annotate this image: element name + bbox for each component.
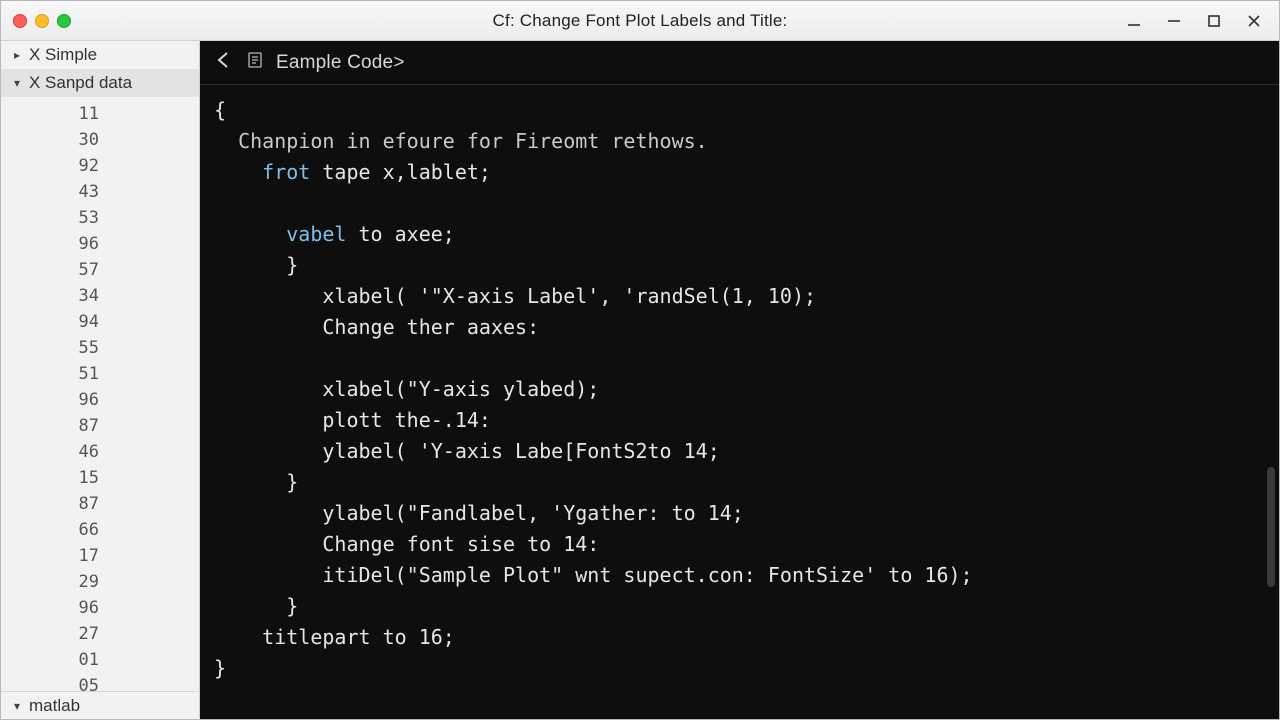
minimize-button[interactable] xyxy=(1123,10,1145,32)
editor-header: Eample Code> xyxy=(200,41,1279,85)
line-number: 30 xyxy=(1,127,199,153)
tree-item-simple[interactable]: ▸ X Simple xyxy=(1,41,199,69)
close-button[interactable] xyxy=(1243,10,1265,32)
line-number: 17 xyxy=(1,543,199,569)
close-dot[interactable] xyxy=(13,14,27,28)
code-area[interactable]: { Chanpion in efoure for Fireomt rethows… xyxy=(200,85,1279,719)
code-line: to axee; xyxy=(346,222,454,246)
line-number: 55 xyxy=(1,335,199,361)
line-number: 46 xyxy=(1,439,199,465)
line-number: 92 xyxy=(1,153,199,179)
tree-item-label: matlab xyxy=(29,696,80,716)
tree-item-matlab[interactable]: ▾ matlab xyxy=(1,691,199,719)
chevron-right-icon: ▸ xyxy=(11,48,23,62)
chevron-down-icon: ▾ xyxy=(11,699,23,713)
back-arrow-icon[interactable] xyxy=(214,50,234,76)
line-number: 53 xyxy=(1,205,199,231)
code-line: plott the-.14: xyxy=(322,408,491,432)
line-number: 29 xyxy=(1,569,199,595)
code-keyword: frot xyxy=(262,160,310,184)
code-keyword: vabel xyxy=(286,222,346,246)
code-line: xlabel( '"X-axis Label', 'randSel(1, 10)… xyxy=(322,284,816,308)
traffic-lights xyxy=(13,14,71,28)
breadcrumb[interactable]: Eample Code> xyxy=(276,52,405,74)
line-number: 11 xyxy=(1,101,199,127)
minimize-dot[interactable] xyxy=(35,14,49,28)
chevron-down-icon: ▾ xyxy=(11,76,23,90)
line-number: 05 xyxy=(1,673,199,691)
zoom-dot[interactable] xyxy=(57,14,71,28)
code-line: } xyxy=(286,253,298,277)
line-number: 15 xyxy=(1,465,199,491)
window-title: Cf: Change Font Plot Labels and Title: xyxy=(1,11,1279,31)
code-line: } xyxy=(286,594,298,618)
code-line: Change font sise to 14: xyxy=(322,532,599,556)
line-number-gutter: 11 30 92 43 53 96 57 34 94 55 51 96 87 4… xyxy=(1,97,199,691)
code-line: Chanpion in efoure for Fireomt rethows. xyxy=(238,129,708,153)
code-line: } xyxy=(214,656,226,680)
line-number: 57 xyxy=(1,257,199,283)
code-line: Change ther aaxes: xyxy=(322,315,539,339)
code-line: { xyxy=(214,98,226,122)
title-bar: Cf: Change Font Plot Labels and Title: xyxy=(1,1,1279,41)
line-number: 34 xyxy=(1,283,199,309)
vertical-scrollbar[interactable] xyxy=(1265,127,1277,713)
code-line: ylabel( 'Y-axis Labe[FontS2to 14; xyxy=(322,439,719,463)
window-controls xyxy=(1123,10,1271,32)
tree-item-label: X Simple xyxy=(29,45,97,65)
code-line: itiDel("Sample Plot" wnt supect.con: Fon… xyxy=(322,563,972,587)
line-number: 27 xyxy=(1,621,199,647)
window-body: ▸ X Simple ▾ X Sanpd data 11 30 92 43 53… xyxy=(1,41,1279,719)
minimize2-button[interactable] xyxy=(1163,10,1185,32)
sidebar: ▸ X Simple ▾ X Sanpd data 11 30 92 43 53… xyxy=(1,41,200,719)
app-window: Cf: Change Font Plot Labels and Title: ▸… xyxy=(0,0,1280,720)
line-number: 94 xyxy=(1,309,199,335)
line-number: 96 xyxy=(1,231,199,257)
code-line: tape x,lablet; xyxy=(310,160,491,184)
line-number: 96 xyxy=(1,595,199,621)
tree-item-label: X Sanpd data xyxy=(29,73,132,93)
code-line: titlepart to 16; xyxy=(262,625,455,649)
line-number: 87 xyxy=(1,413,199,439)
code-editor[interactable]: Eample Code> { Chanpion in efoure for Fi… xyxy=(200,41,1279,719)
code-line: } xyxy=(286,470,298,494)
line-number: 87 xyxy=(1,491,199,517)
tree-item-sample-data[interactable]: ▾ X Sanpd data xyxy=(1,69,199,97)
line-number: 51 xyxy=(1,361,199,387)
line-number: 01 xyxy=(1,647,199,673)
code-line: ylabel("Fandlabel, 'Ygather: to 14; xyxy=(322,501,743,525)
file-icon xyxy=(246,51,264,75)
maximize-button[interactable] xyxy=(1203,10,1225,32)
code-line: xlabel("Y-axis ylabed); xyxy=(322,377,599,401)
scrollbar-thumb[interactable] xyxy=(1267,467,1275,587)
line-number: 66 xyxy=(1,517,199,543)
line-number: 96 xyxy=(1,387,199,413)
line-number: 43 xyxy=(1,179,199,205)
